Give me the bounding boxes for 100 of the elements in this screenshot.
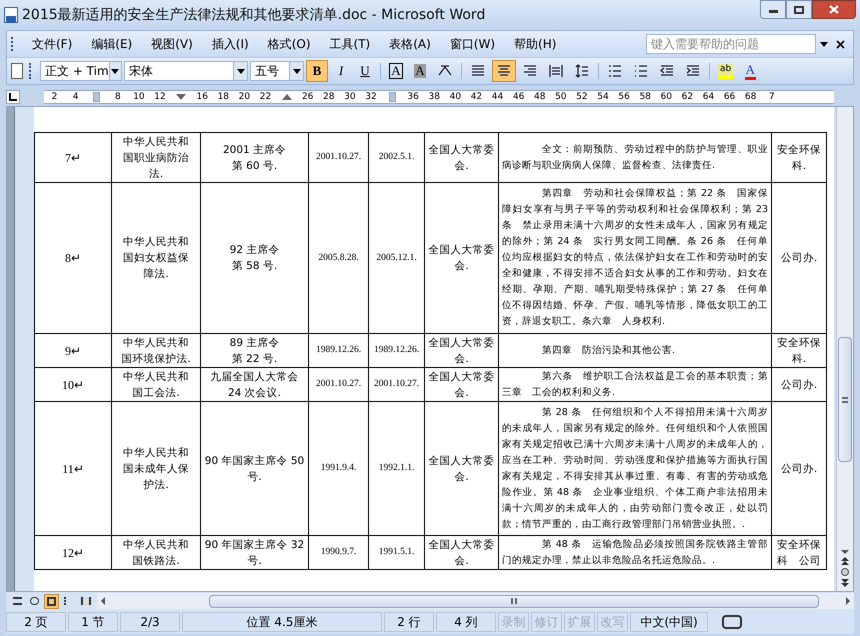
content-cell: 第六条 维护职工合法权益是工会的基本职责；第三章 工会的权利和义务.	[498, 368, 772, 402]
maximize-button[interactable]	[786, 0, 812, 19]
previous-page-icon[interactable]	[841, 557, 849, 565]
ruler-number: 28	[323, 92, 334, 102]
law-name-cell: 中华人民共和国未成年人保护法.	[112, 402, 200, 536]
scroll-thumb[interactable]	[838, 337, 852, 462]
close-icon	[836, 40, 845, 48]
department-cell: 公司办.	[772, 402, 826, 536]
minimize-button[interactable]	[760, 0, 786, 19]
date-cell: 2001.10.27.	[308, 132, 368, 182]
align-distribute-icon	[548, 63, 564, 79]
law-name-cell: 中华人民共和国妇女权益保障法.	[112, 182, 200, 334]
menu-item[interactable]: 表格(A)	[380, 33, 440, 55]
menu-item[interactable]: 工具(T)	[320, 33, 380, 55]
ruler-number: 68	[744, 92, 756, 102]
ruler-number: 8	[114, 92, 121, 102]
date-cell: 1992.1.1.	[368, 402, 424, 536]
spelling-status-icon[interactable]	[722, 615, 742, 629]
date-cell: 1991.9.4.	[308, 402, 368, 536]
bold-button[interactable]: B	[306, 60, 328, 82]
menu-item[interactable]: 视图(V)	[142, 33, 202, 55]
line-spacing-icon	[574, 63, 590, 79]
help-search-field[interactable]: 键入需要帮助的问题	[646, 34, 816, 54]
down-arrow-icon[interactable]	[841, 550, 849, 554]
date-cell: 2001.10.27.	[308, 368, 368, 402]
row-number-cell: 9↵	[34, 334, 112, 368]
right-arrow-icon[interactable]	[846, 597, 850, 605]
authority-cell: 全国人大常委会.	[424, 402, 498, 536]
ruler-number: 52	[576, 92, 588, 102]
date-cell: 2005.12.1.	[368, 182, 424, 334]
character-shading-button[interactable]: A	[409, 60, 431, 82]
content-cell: 全文：前期预防、劳动过程中的防护与管理、职业病诊断与职业病病人保障、监督检查、法律责任.	[498, 132, 772, 182]
character-border-button[interactable]: A	[385, 60, 407, 82]
ruler-number: 20	[238, 92, 250, 102]
grip-icon	[842, 396, 848, 402]
authority-cell: 全国人大常委会.	[424, 132, 498, 182]
decree-cell: 92 主席令 第 58 号.	[200, 182, 308, 334]
ruler-number: 2	[52, 92, 58, 102]
ruler-number: 66	[724, 92, 736, 102]
department-cell: 公司办.	[772, 182, 826, 334]
decree-cell: 90 年国家主席令 32 号.	[200, 536, 308, 570]
menu-item[interactable]: 格式(O)	[258, 33, 320, 55]
ruler[interactable]: 2 4 8 10 12 16 18 20 22 26 28 30 32 36 38 40 42 44 46 48 50 52 54 56 58 60 62 64 66 68 7	[44, 90, 834, 104]
vertical-scrollbar[interactable]	[836, 107, 853, 591]
column-marker-icon[interactable]	[388, 92, 396, 102]
menu-item[interactable]: 编辑(E)	[82, 33, 142, 55]
date-cell: 2002.5.1.	[368, 132, 424, 182]
status-item: 扩展	[564, 612, 595, 632]
close-button[interactable]	[812, 0, 856, 19]
status-item: 2/3	[120, 612, 180, 632]
ruler-number: 56	[618, 92, 630, 102]
underline-button[interactable]: U	[354, 60, 376, 82]
row-number-cell: 10↵	[34, 368, 112, 402]
column-marker-icon[interactable]	[93, 92, 100, 102]
window-title: 2015最新适用的安全生产法律法规和其他要求清单.doc - Microsoft Word	[22, 6, 486, 24]
left-arrow-icon[interactable]	[101, 597, 105, 605]
content-cell: 第 48 条 运输危险品必须按照国务院铁路主管部门的规定办理，禁止以非危险品名托运危险品。.	[498, 536, 772, 570]
authority-cell: 全国人大常委会.	[424, 334, 498, 368]
print-view-button[interactable]	[44, 594, 59, 608]
menu-item[interactable]: 帮助(H)	[505, 33, 566, 55]
font-size-dropdown[interactable]: 五号	[250, 61, 304, 81]
font-color-button[interactable]: A	[739, 60, 762, 82]
new-document-icon[interactable]	[11, 63, 23, 79]
scroll-thumb[interactable]	[209, 594, 819, 608]
ruler-number: 40	[450, 92, 462, 102]
status-item: 中文(中国)	[630, 612, 708, 632]
law-name-cell: 中华人民共和国环境保护法.	[112, 334, 200, 368]
horizontal-scrollbar[interactable]	[97, 593, 854, 609]
indent-marker-icon[interactable]	[282, 94, 292, 100]
decree-cell: 90 年国家主席令 50 号.	[200, 402, 308, 536]
browse-object-icon[interactable]	[841, 568, 849, 576]
date-cell: 1989.12.26.	[368, 334, 424, 368]
menu-item[interactable]: 插入(I)	[202, 33, 258, 55]
menu-item[interactable]: 文件(F)	[23, 33, 82, 55]
row-number-cell: 11↵	[34, 402, 112, 536]
next-page-icon[interactable]	[841, 579, 849, 587]
department-cell: 安全环保科.	[772, 132, 826, 182]
authority-cell: 全国人大常委会.	[424, 182, 498, 334]
law-name-cell: 中华人民共和国工会法.	[112, 368, 200, 402]
highlight-button[interactable]: ab	[714, 60, 738, 82]
font-dropdown[interactable]: 宋体	[124, 61, 248, 81]
row-number-cell: 12↵	[34, 536, 112, 570]
menu-item[interactable]: 窗口(W)	[440, 33, 504, 55]
numbering-icon	[607, 63, 623, 79]
ruler-number: 58	[639, 92, 651, 102]
indent-marker-icon[interactable]	[176, 94, 186, 100]
tab-stop-button[interactable]	[6, 90, 20, 104]
ruler-number: 38	[428, 92, 440, 102]
status-item: 2 页	[6, 612, 66, 632]
authority-cell: 全国人大常委会.	[424, 536, 498, 570]
status-item: 4 列	[436, 612, 496, 632]
ruler-number: 54	[597, 92, 609, 102]
law-name-cell: 中华人民共和国职业病防治法.	[112, 132, 200, 182]
grip-icon	[511, 598, 517, 604]
dropdown-arrow-icon[interactable]	[820, 42, 828, 46]
status-item: 改写	[597, 612, 628, 632]
department-cell: 公司办.	[772, 368, 826, 402]
style-dropdown[interactable]: 正文 + Tim	[40, 61, 122, 81]
center-align-button[interactable]	[492, 60, 516, 82]
italic-button[interactable]: I	[330, 60, 352, 82]
